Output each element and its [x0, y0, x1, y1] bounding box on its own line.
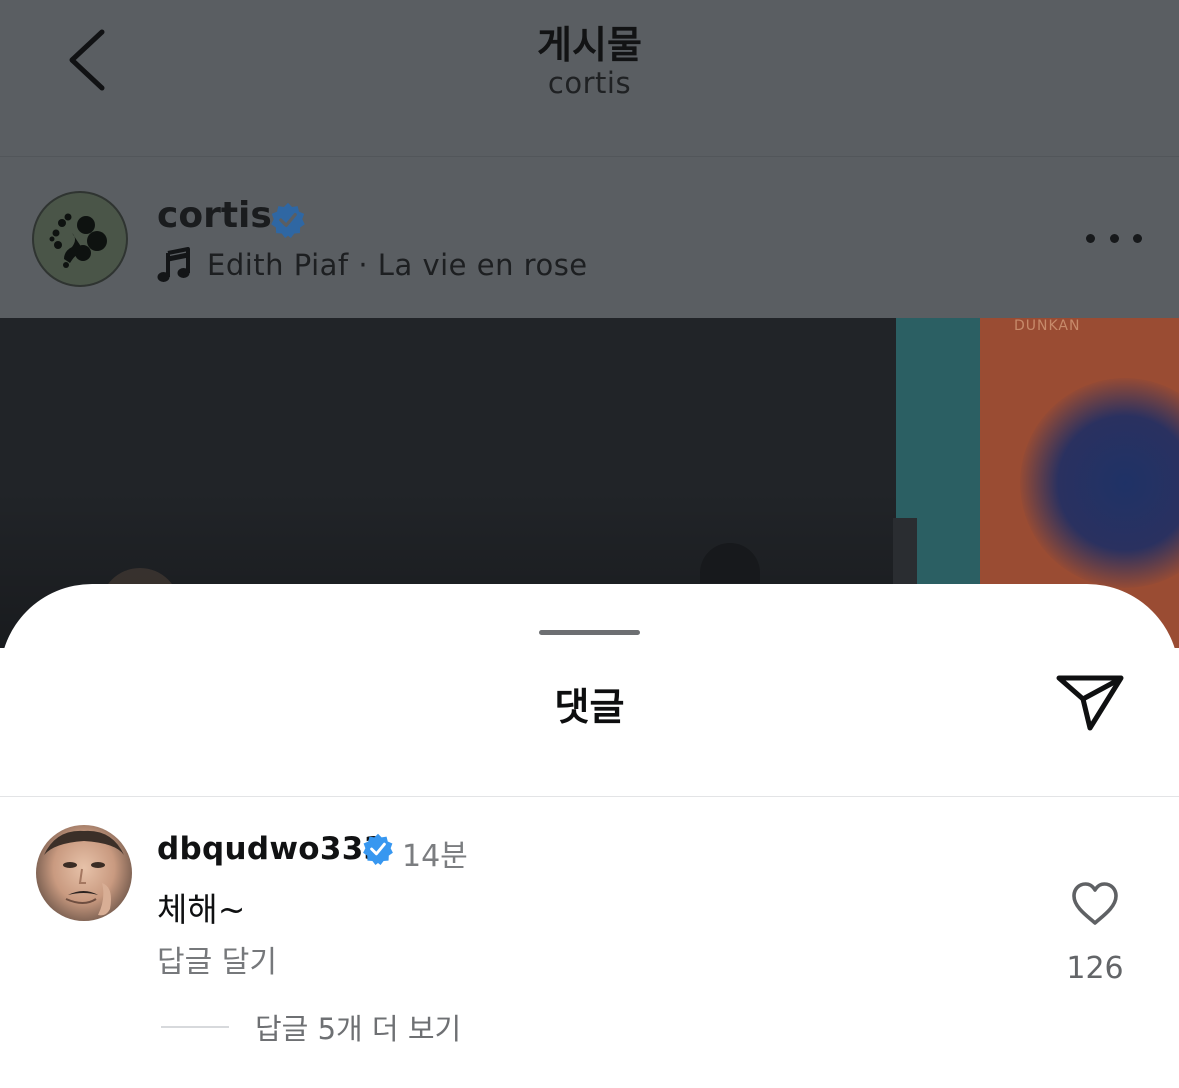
page-title: 게시물 — [537, 23, 642, 67]
comment-timestamp: 14분 — [402, 839, 468, 874]
verified-badge-icon — [363, 833, 393, 865]
post-music-link[interactable]: Edith Piaf · La vie en rose — [157, 245, 588, 285]
post-author-username[interactable]: cortis — [157, 195, 272, 236]
share-button[interactable] — [1054, 670, 1126, 734]
poster-text: DUNKAN — [1014, 318, 1081, 334]
like-count: 126 — [1066, 951, 1124, 986]
post-author-avatar[interactable] — [32, 191, 128, 287]
navigation-bar: 게시물 cortis — [0, 0, 1179, 157]
commenter-username[interactable]: dbqudwo333 — [157, 831, 385, 867]
post-background: 게시물 cortis cortis Edith Piaf · La vie en… — [0, 0, 1179, 648]
post-header: cortis Edith Piaf · La vie en rose — [0, 157, 1179, 317]
sheet-grabber-handle[interactable] — [539, 630, 640, 635]
more-options-icon — [1086, 233, 1095, 243]
comment-item: dbqudwo333 14분 체해~ 답글 달기 126 답글 5개 더 보기 — [0, 797, 1179, 1088]
view-more-replies-button[interactable]: 답글 5개 더 보기 — [161, 1007, 461, 1047]
comments-title: 댓글 — [554, 685, 625, 729]
music-note-icon — [157, 247, 190, 282]
comments-sheet: 댓글 dbqudwo333 14분 체해~ 답글 달기 126 답글 5개 더 … — [0, 584, 1179, 1088]
music-track-label: Edith Piaf · La vie en rose — [207, 248, 588, 282]
commenter-avatar[interactable] — [36, 825, 132, 921]
heart-icon — [1072, 882, 1118, 925]
comment-text: 체해~ — [157, 890, 246, 929]
share-send-icon — [1056, 675, 1124, 731]
verified-badge-icon — [271, 202, 305, 238]
replies-thread-line — [161, 1026, 229, 1028]
view-more-replies-label: 답글 5개 더 보기 — [255, 1012, 462, 1046]
like-button[interactable] — [1070, 881, 1120, 927]
page-subtitle: cortis — [547, 66, 632, 100]
reply-button[interactable]: 답글 달기 — [157, 937, 277, 981]
commenter-photo — [44, 830, 124, 916]
cortis-logo-icon — [34, 193, 126, 285]
more-options-button[interactable] — [1086, 225, 1142, 251]
